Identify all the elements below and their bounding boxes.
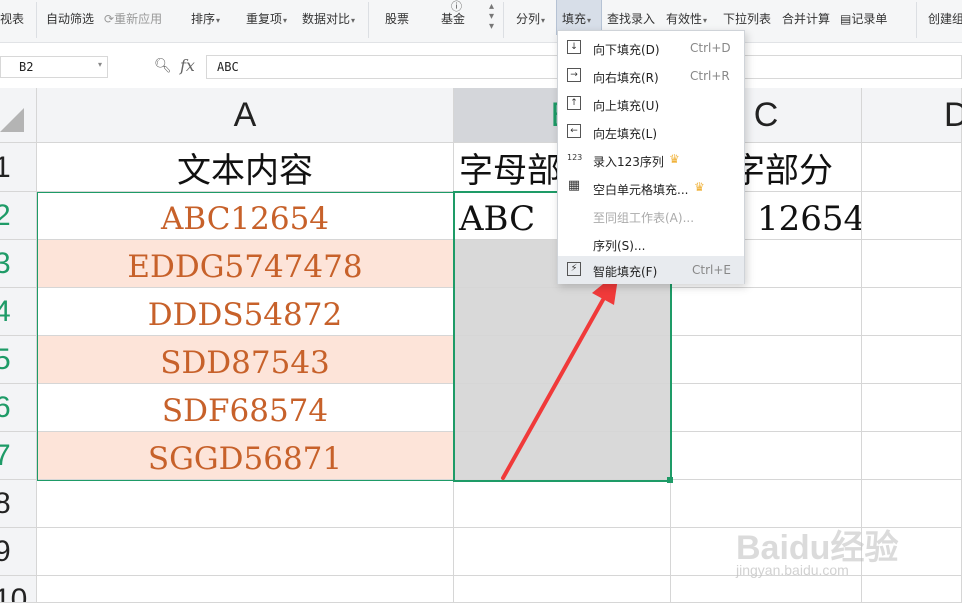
baidu-watermark-url: jingyan.baidu.com [736, 562, 849, 578]
fill-left-icon: ← [567, 124, 581, 138]
fill-dropdown-menu: ↓ 向下填充(D) Ctrl+D → 向右填充(R) Ctrl+R ↑ 向上填充… [557, 30, 745, 284]
menu-item-to-group-sheets: 至同组工作表(A)... [593, 211, 695, 225]
fill-down-icon: ↓ [567, 40, 581, 54]
premium-crown-icon: ♛ [669, 152, 680, 166]
menu-item-smart-fill[interactable]: ⚡ 智能填充(F) Ctrl+E [558, 256, 744, 284]
menu-item-fill-right[interactable]: → 向右填充(R) Ctrl+R [558, 62, 744, 90]
menu-item-fill-down[interactable]: ↓ 向下填充(D) Ctrl+D [558, 34, 744, 62]
menu-item-blank-cell-fill[interactable]: ▦ 空白单元格填充... ♛ [558, 174, 744, 202]
fill-up-icon: ↑ [567, 96, 581, 110]
red-arrow-annotation [501, 271, 619, 480]
smart-fill-icon: ⚡ [567, 262, 581, 276]
blank-cell-fill-icon: ▦ [567, 178, 581, 193]
menu-item-fill-left[interactable]: ← 向左填充(L) [558, 118, 744, 146]
menu-item-sequence-123[interactable]: 123 录入123序列 ♛ [558, 146, 744, 174]
premium-crown-icon: ♛ [694, 180, 705, 194]
menu-item-series[interactable]: 序列(S)... [558, 230, 744, 258]
fill-right-icon: → [567, 68, 581, 82]
sequence-123-icon: 123 [567, 153, 583, 162]
menu-item-fill-up[interactable]: ↑ 向上填充(U) [558, 90, 744, 118]
